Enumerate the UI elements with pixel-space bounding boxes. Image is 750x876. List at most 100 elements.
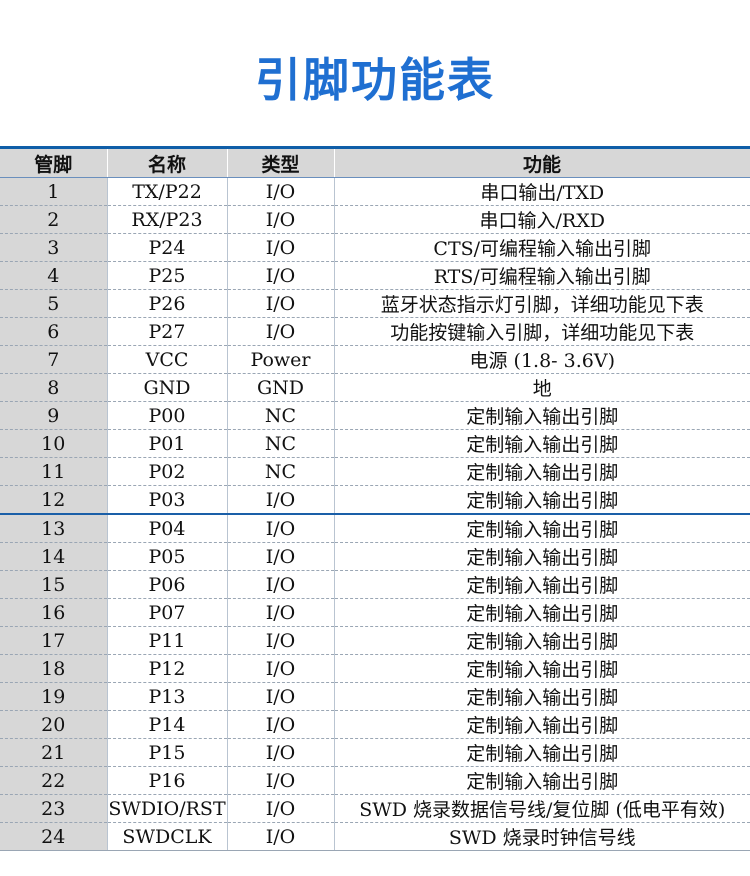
table-row: 6 P27 I/O 功能按键输入引脚，详细功能见下表 bbox=[0, 317, 750, 346]
cell-function: 定制输入输出引脚 bbox=[334, 682, 750, 711]
pin-function-table: 管脚 名称 类型 功能 1 TX/P22 I/O 串口输出/TXD 2 RX/P23 I/O… bbox=[0, 146, 750, 851]
table-row: 22 P16 I/O 定制输入输出引脚 bbox=[0, 766, 750, 795]
cell-name: P04 bbox=[107, 514, 228, 543]
cell-type: I/O bbox=[227, 598, 335, 627]
cell-name: P27 bbox=[107, 317, 228, 346]
table-row: 13 P04 I/O 定制输入输出引脚 bbox=[0, 514, 750, 543]
cell-pin: 10 bbox=[0, 429, 108, 458]
table-row: 4 P25 I/O RTS/可编程输入输出引脚 bbox=[0, 261, 750, 290]
cell-type: I/O bbox=[227, 289, 335, 318]
cell-pin: 19 bbox=[0, 682, 108, 711]
cell-type: Power bbox=[227, 345, 335, 374]
cell-function: 定制输入输出引脚 bbox=[334, 598, 750, 627]
table-row: 23 SWDIO/RST I/O SWD 烧录数据信号线/复位脚 (低电平有效) bbox=[0, 794, 750, 823]
cell-pin: 6 bbox=[0, 317, 108, 346]
cell-function: RTS/可编程输入输出引脚 bbox=[334, 261, 750, 290]
cell-type: I/O bbox=[227, 794, 335, 823]
table-row: 2 RX/P23 I/O 串口输入/RXD bbox=[0, 205, 750, 234]
cell-pin: 12 bbox=[0, 485, 108, 515]
cell-function: SWD 烧录时钟信号线 bbox=[334, 822, 750, 851]
cell-name: P06 bbox=[107, 570, 228, 599]
cell-type: I/O bbox=[227, 766, 335, 795]
cell-pin: 23 bbox=[0, 794, 108, 823]
cell-pin: 5 bbox=[0, 289, 108, 318]
cell-type: I/O bbox=[227, 514, 335, 543]
table-row: 15 P06 I/O 定制输入输出引脚 bbox=[0, 570, 750, 599]
cell-function: 地 bbox=[334, 373, 750, 402]
cell-name: GND bbox=[107, 373, 228, 402]
cell-function: 定制输入输出引脚 bbox=[334, 570, 750, 599]
cell-pin: 3 bbox=[0, 233, 108, 262]
cell-name: P15 bbox=[107, 738, 228, 767]
table-row: 10 P01 NC 定制输入输出引脚 bbox=[0, 429, 750, 458]
cell-pin: 17 bbox=[0, 626, 108, 655]
cell-name: P25 bbox=[107, 261, 228, 290]
cell-name: P00 bbox=[107, 401, 228, 430]
cell-name: SWDCLK bbox=[107, 822, 228, 851]
table-row: 24 SWDCLK I/O SWD 烧录时钟信号线 bbox=[0, 822, 750, 851]
cell-type: I/O bbox=[227, 317, 335, 346]
cell-type: I/O bbox=[227, 542, 335, 571]
table-row: 7 VCC Power 电源 (1.8- 3.6V) bbox=[0, 345, 750, 374]
cell-name: RX/P23 bbox=[107, 205, 228, 234]
table-row: 21 P15 I/O 定制输入输出引脚 bbox=[0, 738, 750, 767]
cell-function: 定制输入输出引脚 bbox=[334, 710, 750, 739]
cell-type: I/O bbox=[227, 177, 335, 206]
table-row: 14 P05 I/O 定制输入输出引脚 bbox=[0, 542, 750, 571]
cell-type: NC bbox=[227, 401, 335, 430]
cell-name: P02 bbox=[107, 457, 228, 486]
cell-function: 定制输入输出引脚 bbox=[334, 429, 750, 458]
cell-function: 定制输入输出引脚 bbox=[334, 457, 750, 486]
cell-name: P11 bbox=[107, 626, 228, 655]
cell-function: 定制输入输出引脚 bbox=[334, 766, 750, 795]
cell-name: P03 bbox=[107, 485, 228, 515]
cell-pin: 21 bbox=[0, 738, 108, 767]
cell-name: P26 bbox=[107, 289, 228, 318]
table-row: 3 P24 I/O CTS/可编程输入输出引脚 bbox=[0, 233, 750, 262]
cell-type: NC bbox=[227, 457, 335, 486]
column-header-function: 功能 bbox=[334, 146, 750, 178]
table-row: 8 GND GND 地 bbox=[0, 373, 750, 402]
cell-type: GND bbox=[227, 373, 335, 402]
cell-function: 定制输入输出引脚 bbox=[334, 514, 750, 543]
cell-pin: 22 bbox=[0, 766, 108, 795]
cell-name: P07 bbox=[107, 598, 228, 627]
cell-type: I/O bbox=[227, 485, 335, 515]
cell-function: 定制输入输出引脚 bbox=[334, 485, 750, 515]
cell-pin: 11 bbox=[0, 457, 108, 486]
cell-pin: 4 bbox=[0, 261, 108, 290]
cell-name: P16 bbox=[107, 766, 228, 795]
cell-type: I/O bbox=[227, 233, 335, 262]
table-row: 5 P26 I/O 蓝牙状态指示灯引脚，详细功能见下表 bbox=[0, 289, 750, 318]
table-row: 19 P13 I/O 定制输入输出引脚 bbox=[0, 682, 750, 711]
cell-name: TX/P22 bbox=[107, 177, 228, 206]
cell-function: SWD 烧录数据信号线/复位脚 (低电平有效) bbox=[334, 794, 750, 823]
cell-name: P13 bbox=[107, 682, 228, 711]
cell-pin: 16 bbox=[0, 598, 108, 627]
cell-name: P24 bbox=[107, 233, 228, 262]
table-row: 18 P12 I/O 定制输入输出引脚 bbox=[0, 654, 750, 683]
page-title: 引脚功能表 bbox=[255, 53, 495, 107]
cell-pin: 7 bbox=[0, 345, 108, 374]
cell-pin: 8 bbox=[0, 373, 108, 402]
column-header-type: 类型 bbox=[227, 146, 335, 178]
table-row: 16 P07 I/O 定制输入输出引脚 bbox=[0, 598, 750, 627]
cell-function: 定制输入输出引脚 bbox=[334, 654, 750, 683]
cell-pin: 13 bbox=[0, 514, 108, 543]
cell-name: P12 bbox=[107, 654, 228, 683]
cell-name: P14 bbox=[107, 710, 228, 739]
cell-type: I/O bbox=[227, 682, 335, 711]
cell-function: 蓝牙状态指示灯引脚，详细功能见下表 bbox=[334, 289, 750, 318]
column-header-pin: 管脚 bbox=[0, 146, 108, 178]
cell-function: 定制输入输出引脚 bbox=[334, 626, 750, 655]
column-header-name: 名称 bbox=[107, 146, 228, 178]
cell-function: 定制输入输出引脚 bbox=[334, 401, 750, 430]
cell-type: I/O bbox=[227, 738, 335, 767]
cell-function: 串口输入/RXD bbox=[334, 205, 750, 234]
cell-name: P01 bbox=[107, 429, 228, 458]
cell-pin: 15 bbox=[0, 570, 108, 599]
cell-pin: 2 bbox=[0, 205, 108, 234]
cell-name: P05 bbox=[107, 542, 228, 571]
cell-type: I/O bbox=[227, 822, 335, 851]
cell-function: 功能按键输入引脚，详细功能见下表 bbox=[334, 317, 750, 346]
